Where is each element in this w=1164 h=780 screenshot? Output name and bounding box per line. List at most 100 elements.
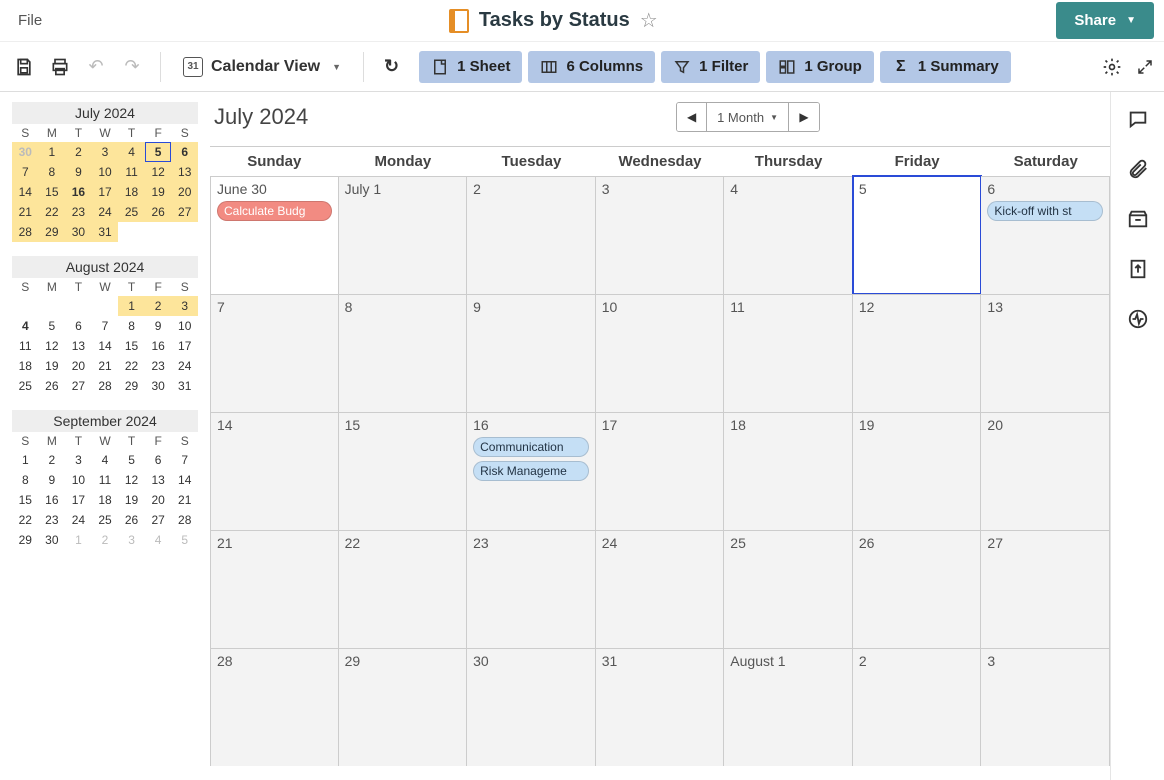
sheet-pill[interactable]: 1 Sheet bbox=[419, 51, 522, 83]
undo-icon[interactable]: ↶ bbox=[82, 53, 110, 81]
expand-icon[interactable] bbox=[1136, 58, 1154, 76]
mini-day[interactable]: 24 bbox=[65, 510, 92, 530]
mini-day[interactable]: 16 bbox=[39, 490, 66, 510]
mini-day[interactable]: 25 bbox=[118, 202, 145, 222]
gear-icon[interactable] bbox=[1102, 57, 1122, 77]
calendar-cell[interactable]: 10 bbox=[596, 294, 725, 412]
mini-day[interactable]: 9 bbox=[145, 316, 172, 336]
mini-day[interactable]: 29 bbox=[12, 530, 39, 550]
mini-day[interactable]: 29 bbox=[118, 376, 145, 396]
mini-day[interactable]: 30 bbox=[12, 142, 39, 162]
share-button[interactable]: Share ▼ bbox=[1056, 2, 1154, 39]
summary-pill[interactable]: Σ 1 Summary bbox=[880, 51, 1011, 83]
mini-day[interactable]: 28 bbox=[12, 222, 39, 242]
mini-day[interactable]: 12 bbox=[118, 470, 145, 490]
calendar-cell[interactable]: 19 bbox=[853, 412, 982, 530]
calendar-cell[interactable]: 23 bbox=[467, 530, 596, 648]
mini-day[interactable]: 20 bbox=[65, 356, 92, 376]
mini-day[interactable]: 10 bbox=[65, 470, 92, 490]
mini-day[interactable]: 7 bbox=[92, 316, 119, 336]
refresh-icon[interactable]: ↻ bbox=[378, 56, 405, 77]
calendar-cell[interactable]: June 30Calculate Budg bbox=[210, 176, 339, 294]
mini-day[interactable]: 18 bbox=[12, 356, 39, 376]
calendar-cell[interactable]: August 1 bbox=[724, 648, 853, 766]
mini-calendar-title[interactable]: August 2024 bbox=[12, 256, 198, 278]
mini-day[interactable]: 26 bbox=[145, 202, 172, 222]
mini-day[interactable]: 4 bbox=[145, 530, 172, 550]
mini-day[interactable]: 24 bbox=[171, 356, 198, 376]
mini-day[interactable]: 2 bbox=[92, 530, 119, 550]
save-icon[interactable] bbox=[10, 53, 38, 81]
mini-day[interactable]: 5 bbox=[39, 316, 66, 336]
mini-day[interactable]: 30 bbox=[39, 530, 66, 550]
calendar-cell[interactable]: 27 bbox=[981, 530, 1110, 648]
mini-day[interactable]: 14 bbox=[92, 336, 119, 356]
mini-day[interactable]: 8 bbox=[118, 316, 145, 336]
mini-day[interactable]: 10 bbox=[92, 162, 119, 182]
group-pill[interactable]: 1 Group bbox=[766, 51, 874, 83]
calendar-cell[interactable]: 31 bbox=[596, 648, 725, 766]
mini-day[interactable]: 21 bbox=[92, 356, 119, 376]
columns-pill[interactable]: 6 Columns bbox=[528, 51, 655, 83]
mini-calendar-title[interactable]: September 2024 bbox=[12, 410, 198, 432]
calendar-cell[interactable]: 22 bbox=[339, 530, 468, 648]
calendar-cell[interactable]: 26 bbox=[853, 530, 982, 648]
mini-day[interactable]: 13 bbox=[65, 336, 92, 356]
calendar-cell[interactable]: 29 bbox=[339, 648, 468, 766]
mini-day[interactable]: 15 bbox=[118, 336, 145, 356]
mini-day[interactable]: 27 bbox=[171, 202, 198, 222]
calendar-cell[interactable]: 3 bbox=[596, 176, 725, 294]
mini-day[interactable]: 15 bbox=[12, 490, 39, 510]
mini-day[interactable]: 22 bbox=[39, 202, 66, 222]
calendar-cell[interactable]: 25 bbox=[724, 530, 853, 648]
mini-day[interactable]: 24 bbox=[92, 202, 119, 222]
mini-day[interactable]: 21 bbox=[12, 202, 39, 222]
mini-day[interactable]: 27 bbox=[145, 510, 172, 530]
mini-day[interactable]: 18 bbox=[92, 490, 119, 510]
mini-day[interactable]: 19 bbox=[118, 490, 145, 510]
mini-day[interactable]: 14 bbox=[171, 470, 198, 490]
mini-day[interactable]: 19 bbox=[39, 356, 66, 376]
mini-day[interactable]: 30 bbox=[65, 222, 92, 242]
mini-calendar-title[interactable]: July 2024 bbox=[12, 102, 198, 124]
mini-day[interactable]: 6 bbox=[65, 316, 92, 336]
range-selector[interactable]: 1 Month ▼ bbox=[707, 103, 789, 131]
calendar-event[interactable]: Calculate Budg bbox=[217, 201, 332, 221]
mini-day[interactable]: 1 bbox=[65, 530, 92, 550]
mini-day[interactable]: 11 bbox=[92, 470, 119, 490]
mini-day[interactable]: 9 bbox=[65, 162, 92, 182]
mini-day[interactable]: 3 bbox=[65, 450, 92, 470]
calendar-cell[interactable]: 28 bbox=[210, 648, 339, 766]
mini-day[interactable]: 4 bbox=[92, 450, 119, 470]
calendar-event[interactable]: Risk Manageme bbox=[473, 461, 589, 481]
mini-day[interactable]: 14 bbox=[12, 182, 39, 202]
mini-day[interactable]: 26 bbox=[39, 376, 66, 396]
mini-day[interactable]: 26 bbox=[118, 510, 145, 530]
calendar-cell[interactable]: 24 bbox=[596, 530, 725, 648]
mini-day[interactable]: 5 bbox=[171, 530, 198, 550]
mini-day[interactable]: 2 bbox=[39, 450, 66, 470]
mini-day[interactable]: 20 bbox=[145, 490, 172, 510]
calendar-cell[interactable]: 13 bbox=[981, 294, 1110, 412]
mini-day[interactable]: 16 bbox=[145, 336, 172, 356]
mini-day[interactable]: 17 bbox=[92, 182, 119, 202]
mini-day[interactable]: 8 bbox=[39, 162, 66, 182]
mini-day[interactable]: 22 bbox=[118, 356, 145, 376]
activity-icon[interactable] bbox=[1127, 308, 1149, 330]
view-selector[interactable]: 31 Calendar View ▼ bbox=[175, 53, 349, 81]
calendar-cell[interactable]: 3 bbox=[981, 648, 1110, 766]
mini-day[interactable]: 3 bbox=[118, 530, 145, 550]
mini-day[interactable]: 10 bbox=[171, 316, 198, 336]
mini-day[interactable]: 25 bbox=[12, 376, 39, 396]
mini-day[interactable]: 30 bbox=[145, 376, 172, 396]
calendar-cell[interactable]: 20 bbox=[981, 412, 1110, 530]
mini-day[interactable]: 7 bbox=[171, 450, 198, 470]
calendar-cell[interactable]: 7 bbox=[210, 294, 339, 412]
calendar-cell[interactable]: 21 bbox=[210, 530, 339, 648]
next-button[interactable]: ▶ bbox=[789, 103, 819, 131]
mini-day[interactable]: 23 bbox=[145, 356, 172, 376]
mini-day[interactable]: 1 bbox=[39, 142, 66, 162]
calendar-cell[interactable]: 2 bbox=[853, 648, 982, 766]
mini-day[interactable]: 31 bbox=[92, 222, 119, 242]
filter-pill[interactable]: 1 Filter bbox=[661, 51, 760, 83]
